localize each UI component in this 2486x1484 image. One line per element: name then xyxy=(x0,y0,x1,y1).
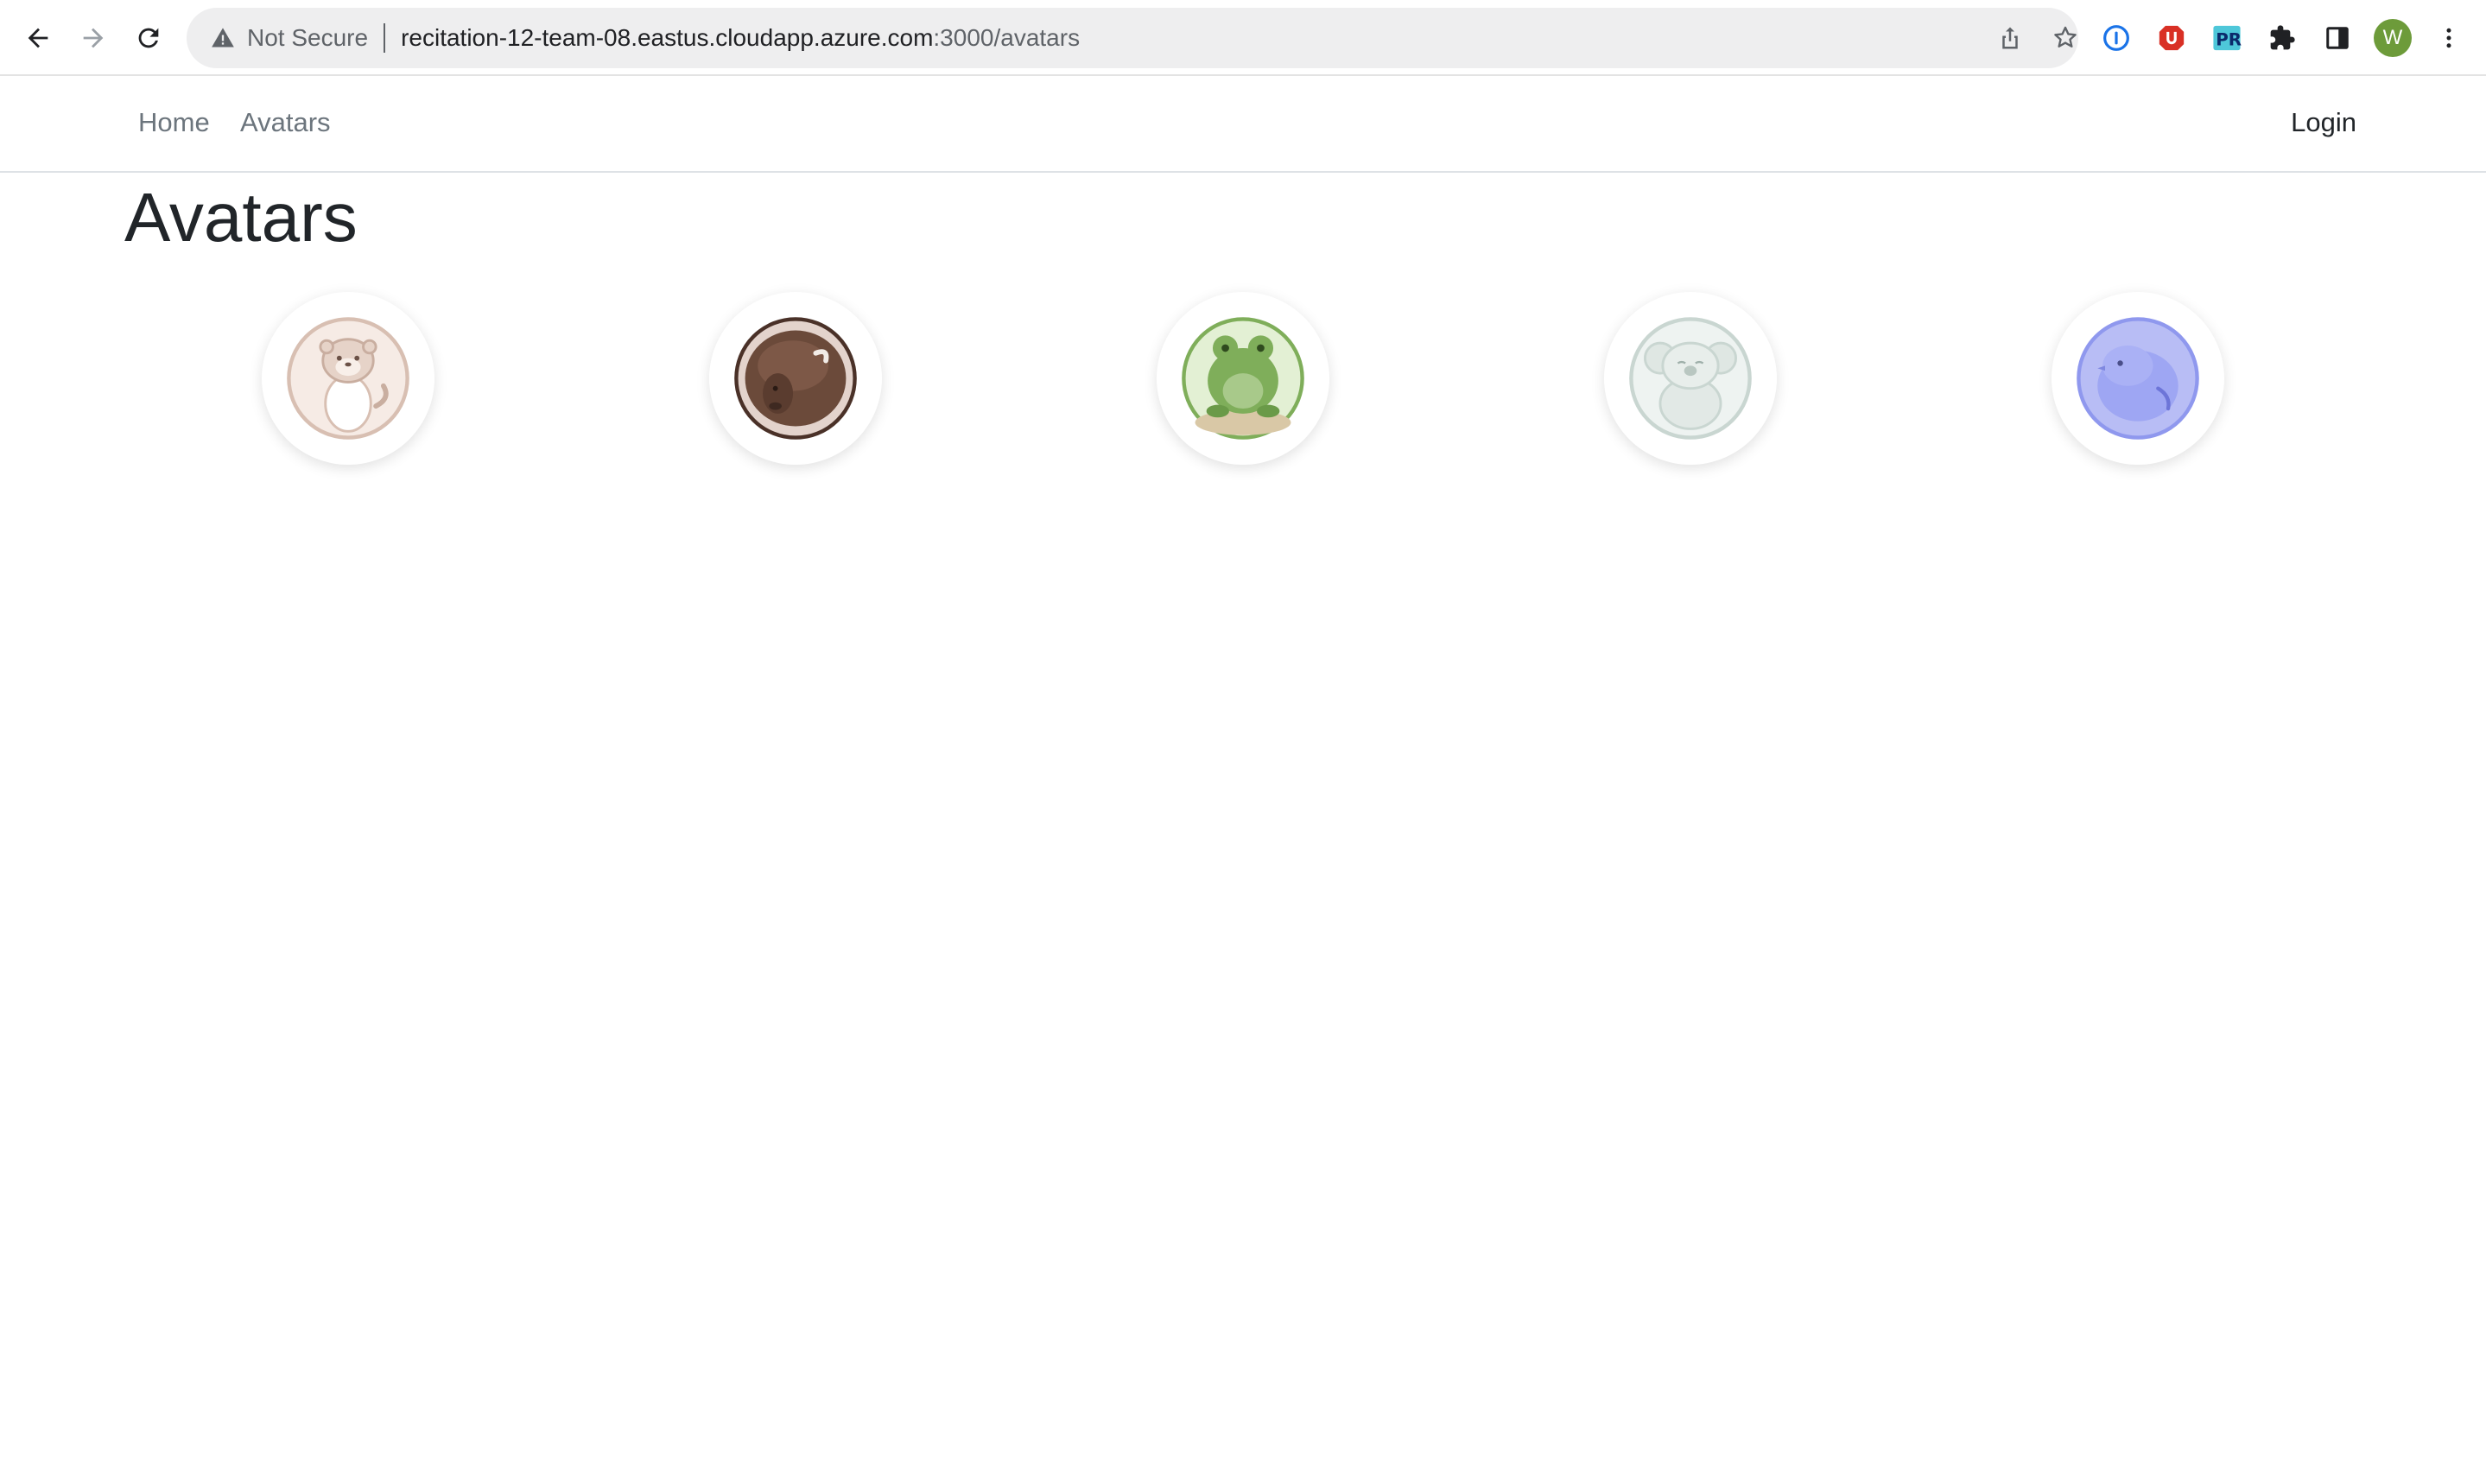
page-title: Avatars xyxy=(124,179,358,256)
pr-extension-icon[interactable]: PR xyxy=(2208,19,2246,57)
bison-icon xyxy=(734,317,857,440)
side-panel-icon[interactable] xyxy=(2318,19,2356,57)
avatar-koala[interactable] xyxy=(1604,292,1777,465)
warning-icon[interactable] xyxy=(206,21,240,55)
browser-toolbar: Not Secure recitation-12-team-08.eastus.… xyxy=(0,0,2486,76)
back-icon[interactable] xyxy=(19,19,57,57)
url-text[interactable]: recitation-12-team-08.eastus.cloudapp.az… xyxy=(401,24,1080,52)
frog-icon xyxy=(1182,317,1304,440)
onepassword-icon[interactable] xyxy=(2097,19,2135,57)
security-label[interactable]: Not Secure xyxy=(247,24,368,52)
share-icon[interactable] xyxy=(1991,19,2029,57)
bookmark-star-icon[interactable] xyxy=(2046,19,2084,57)
login-link[interactable]: Login xyxy=(2291,107,2356,138)
nav-link-avatars[interactable]: Avatars xyxy=(240,107,331,138)
url-host: recitation-12-team-08.eastus.cloudapp.az… xyxy=(401,24,934,51)
url-divider xyxy=(384,23,386,53)
menu-kebab-icon[interactable] xyxy=(2430,19,2468,57)
avatar-frog[interactable] xyxy=(1157,292,1329,465)
nav-link-home[interactable]: Home xyxy=(138,107,210,138)
puzzle-icon[interactable] xyxy=(2263,19,2301,57)
ublock-icon[interactable] xyxy=(2153,19,2191,57)
otter-icon xyxy=(287,317,409,440)
avatar-bird[interactable] xyxy=(2052,292,2224,465)
avatar-otter[interactable] xyxy=(262,292,434,465)
site-navbar: Home Avatars Login xyxy=(0,76,2486,173)
url-path: :3000/avatars xyxy=(933,24,1081,51)
forward-icon[interactable] xyxy=(74,19,112,57)
address-bar[interactable]: Not Secure recitation-12-team-08.eastus.… xyxy=(187,8,2078,68)
reload-icon[interactable] xyxy=(130,19,168,57)
bird-icon xyxy=(2077,317,2199,440)
svg-text:PR: PR xyxy=(2216,30,2242,50)
profile-avatar[interactable]: W xyxy=(2374,19,2412,57)
avatar-bison[interactable] xyxy=(709,292,882,465)
koala-icon xyxy=(1629,317,1752,440)
